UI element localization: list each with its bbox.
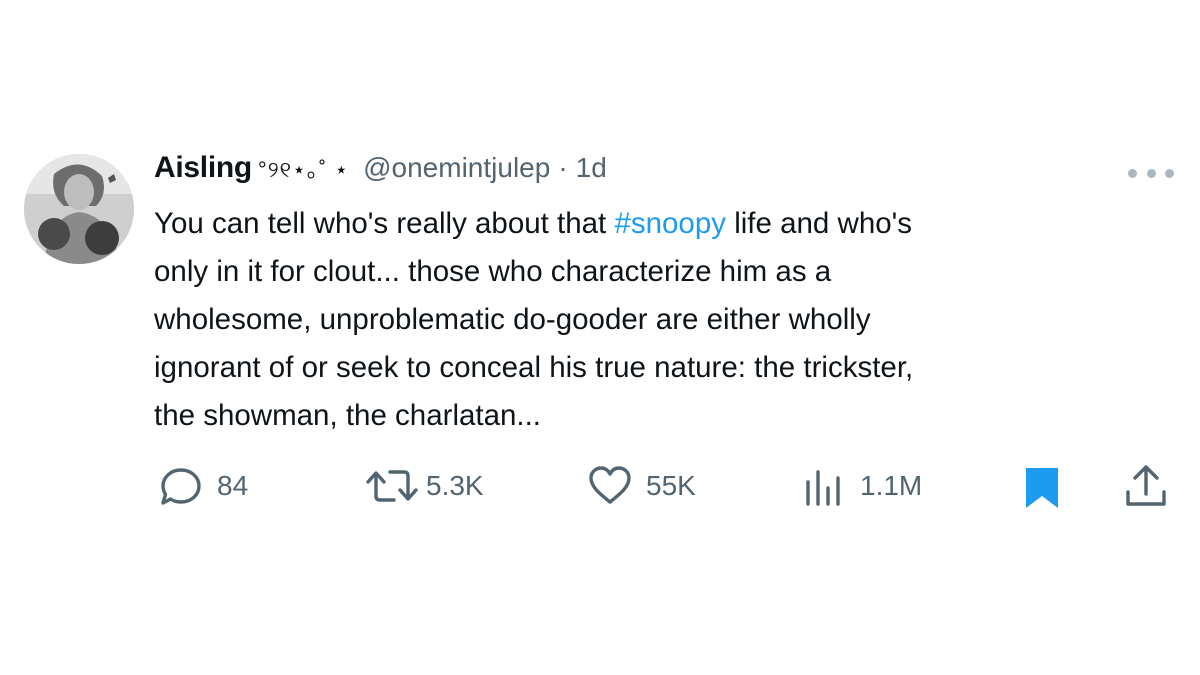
repost-count: 5.3K bbox=[426, 470, 484, 501]
like-count: 55K bbox=[646, 470, 696, 501]
repost-icon bbox=[366, 470, 418, 502]
tweet-text: You can tell who's really about that #sn… bbox=[154, 200, 1164, 440]
repost-button[interactable]: 5.3K bbox=[364, 458, 484, 514]
more-icon[interactable] bbox=[1128, 160, 1174, 186]
share-icon bbox=[1126, 465, 1166, 506]
timestamp[interactable]: 1d bbox=[576, 152, 607, 184]
reply-button[interactable]: 84 bbox=[157, 458, 248, 514]
views-button[interactable]: 1.1M bbox=[800, 458, 922, 514]
like-button[interactable]: 55K bbox=[586, 458, 696, 514]
bookmark-button[interactable] bbox=[1018, 458, 1066, 514]
like-icon bbox=[589, 466, 631, 504]
bookmark-icon bbox=[1026, 468, 1058, 508]
tweet-text-line: wholesome, unproblematic do-gooder are e… bbox=[154, 303, 871, 336]
views-icon bbox=[806, 470, 840, 506]
separator-dot: · bbox=[558, 152, 568, 183]
display-name[interactable]: Aisling bbox=[154, 151, 252, 185]
view-count: 1.1M bbox=[860, 470, 923, 501]
tweet-text-line: ignorant of or seek to conceal his true … bbox=[154, 351, 914, 384]
hashtag-link[interactable]: #snoopy bbox=[614, 207, 726, 240]
tweet: Aisling °୨୧⋆｡˚ ⋆ @onemintjulep · 1d You … bbox=[0, 0, 1200, 675]
share-button[interactable] bbox=[1122, 458, 1170, 514]
tweet-text-line: You can tell who's really about that #sn… bbox=[154, 207, 913, 240]
action-bar: 84 5.3K 55K 1.1M bbox=[0, 458, 1200, 514]
display-name-decoration: °୨୧⋆｡˚ ⋆ bbox=[257, 157, 350, 182]
reply-count: 84 bbox=[217, 470, 249, 501]
avatar[interactable] bbox=[24, 154, 134, 264]
tweet-text-line: the showman, the charlatan... bbox=[154, 399, 542, 432]
tweet-text-line: only in it for clout... those who charac… bbox=[154, 255, 832, 288]
reply-icon bbox=[161, 468, 201, 505]
user-handle[interactable]: @onemintjulep bbox=[363, 152, 550, 184]
tweet-header: Aisling °୨୧⋆｡˚ ⋆ @onemintjulep · 1d bbox=[154, 151, 607, 195]
